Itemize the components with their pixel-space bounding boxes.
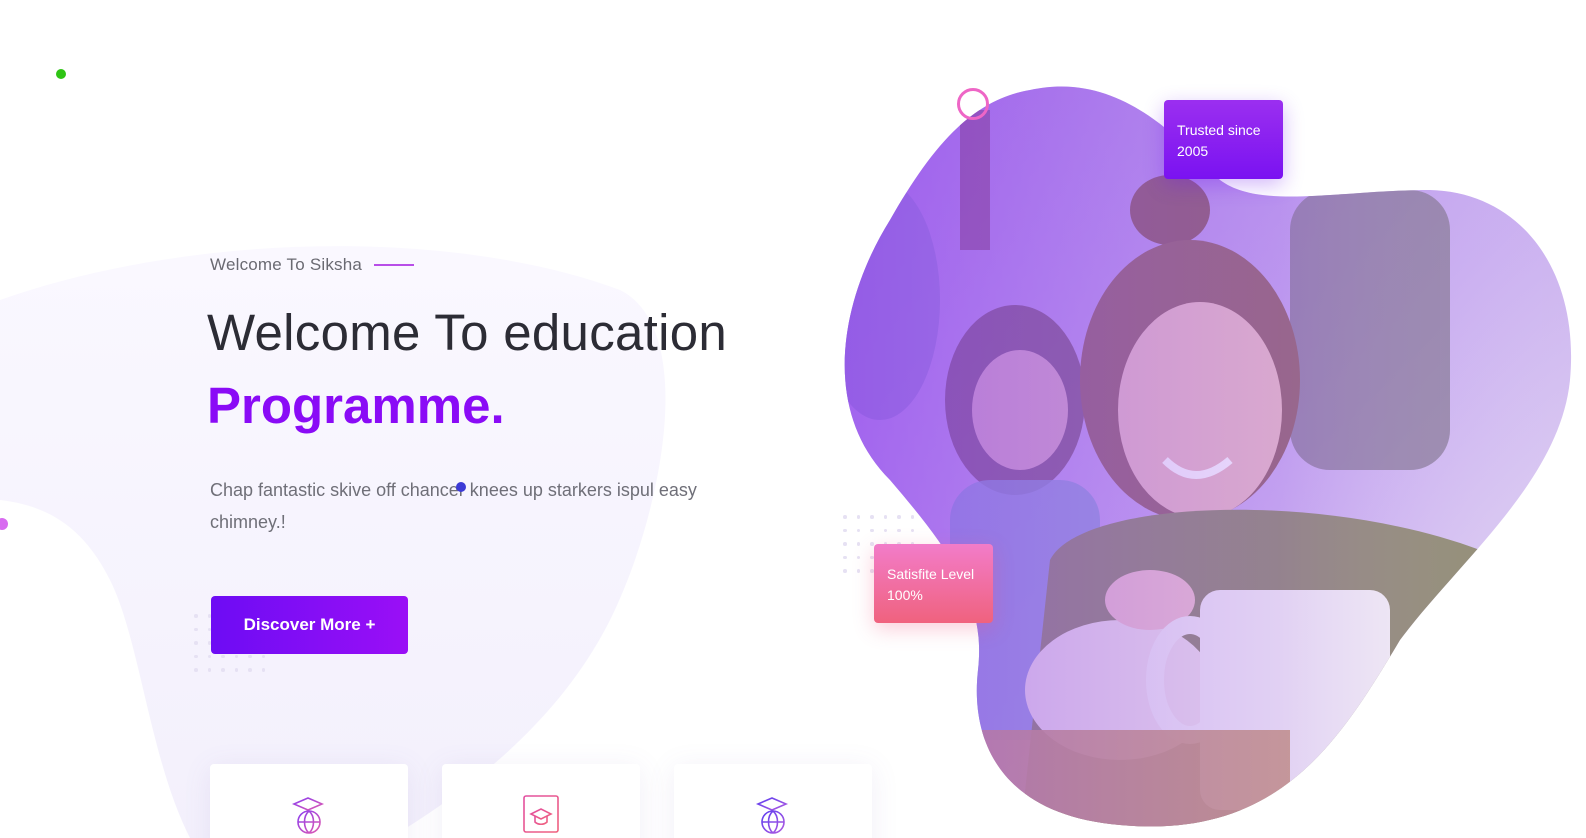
feature-card[interactable]: [442, 764, 640, 838]
feature-cards: [210, 764, 872, 838]
satisfaction-value: 100%: [887, 587, 923, 603]
hero-title: Welcome To education: [207, 304, 728, 361]
feature-card[interactable]: [210, 764, 408, 838]
hero-title-highlight: Programme.: [207, 377, 505, 434]
graduation-book-icon: [523, 795, 559, 833]
hero-image: [844, 86, 1572, 827]
satisfaction-label: Satisfite Level: [887, 566, 975, 582]
decor-dot-green: [56, 69, 66, 79]
graduation-globe-icon: [755, 797, 789, 834]
hero-description: Chap fantastic skive off chancer knees u…: [210, 480, 697, 532]
trusted-label: Trusted since: [1177, 122, 1261, 138]
trusted-since-badge: Trusted since 2005: [1164, 100, 1283, 179]
decor-dot-blue: [456, 482, 466, 492]
trusted-year: 2005: [1177, 143, 1209, 159]
graduation-globe-icon: [291, 797, 325, 834]
satisfaction-badge: Satisfite Level 100%: [874, 544, 993, 623]
eyebrow-text: Welcome To Siksha: [210, 255, 363, 274]
discover-more-button[interactable]: Discover More +: [211, 596, 408, 654]
decor-ring: [957, 88, 989, 120]
eyebrow-divider: [374, 264, 415, 266]
hero-eyebrow: Welcome To Siksha: [210, 255, 415, 275]
